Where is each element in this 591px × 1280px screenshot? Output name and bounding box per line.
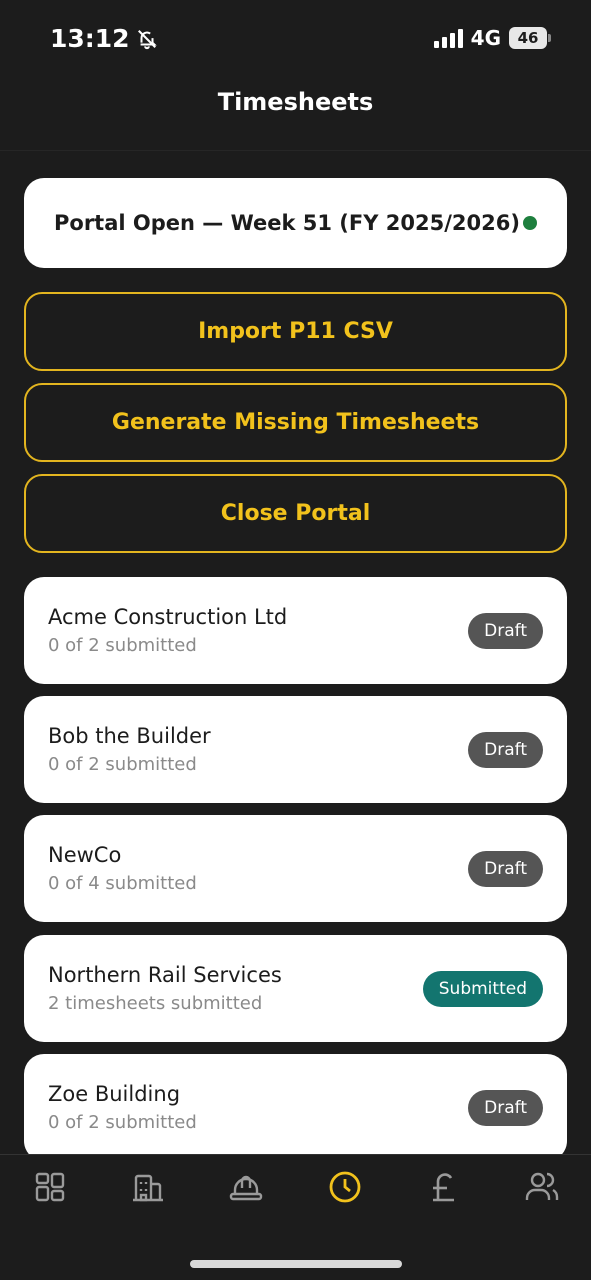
close-portal-button[interactable]: Close Portal: [24, 474, 567, 553]
tab-payments[interactable]: [424, 1167, 464, 1207]
company-name: Acme Construction Ltd: [48, 605, 288, 629]
import-p11-csv-button[interactable]: Import P11 CSV: [24, 292, 567, 371]
network-label: 4G: [470, 26, 501, 50]
building-icon: [133, 1174, 163, 1202]
company-info: Bob the Builder 0 of 2 submitted: [48, 724, 211, 775]
tab-dashboard[interactable]: [30, 1167, 70, 1207]
hard-hat-icon: [229, 1175, 263, 1201]
status-badge: Draft: [468, 731, 543, 768]
status-indicators: 4G 46: [433, 26, 551, 50]
list-item[interactable]: NewCo 0 of 4 submitted Draft: [24, 815, 567, 922]
list-item[interactable]: Bob the Builder 0 of 2 submitted Draft: [24, 696, 567, 803]
company-info: NewCo 0 of 4 submitted: [48, 843, 197, 894]
clock-icon: [329, 1171, 361, 1203]
signal-icon: [433, 28, 463, 48]
company-subtitle: 2 timesheets submitted: [48, 993, 263, 1014]
tab-timesheets[interactable]: [325, 1167, 365, 1207]
portal-status-card: Portal Open — Week 51 (FY 2025/2026): [24, 178, 567, 268]
page-title: Timesheets: [217, 88, 374, 116]
company-name: Bob the Builder: [48, 724, 211, 748]
battery-icon: 46: [509, 27, 551, 49]
users-icon: [525, 1172, 559, 1200]
battery-level: 46: [509, 27, 547, 49]
tab-companies[interactable]: [128, 1167, 168, 1207]
status-time: 13:12: [50, 24, 130, 53]
company-info: Zoe Building 0 of 2 submitted: [48, 1082, 197, 1133]
status-badge: Draft: [468, 850, 543, 887]
company-subtitle: 0 of 4 submitted: [48, 873, 197, 894]
portal-status-dot: [523, 216, 537, 230]
company-list: Acme Construction Ltd 0 of 2 submitted D…: [24, 577, 567, 1154]
header-divider: [0, 150, 591, 151]
company-name: NewCo: [48, 843, 122, 867]
list-item[interactable]: Northern Rail Services 2 timesheets subm…: [24, 935, 567, 1042]
status-time-group: 13:12: [50, 24, 158, 53]
company-subtitle: 0 of 2 submitted: [48, 754, 197, 775]
tab-workers[interactable]: [226, 1167, 266, 1207]
home-indicator: [190, 1260, 402, 1268]
portal-status-text: Portal Open — Week 51 (FY 2025/2026): [54, 211, 520, 235]
company-subtitle: 0 of 2 submitted: [48, 1112, 197, 1133]
company-subtitle: 0 of 2 submitted: [48, 635, 197, 656]
company-name: Northern Rail Services: [48, 963, 282, 987]
company-info: Acme Construction Ltd 0 of 2 submitted: [48, 605, 287, 656]
status-badge: Submitted: [422, 970, 543, 1007]
pound-icon: [433, 1173, 454, 1202]
list-item[interactable]: Zoe Building 0 of 2 submitted Draft: [24, 1054, 567, 1154]
list-item[interactable]: Acme Construction Ltd 0 of 2 submitted D…: [24, 577, 567, 684]
company-name: Zoe Building: [48, 1082, 181, 1106]
company-info: Northern Rail Services 2 timesheets subm…: [48, 963, 282, 1014]
generate-missing-timesheets-button[interactable]: Generate Missing Timesheets: [24, 383, 567, 462]
status-badge: Draft: [468, 612, 543, 649]
status-bar: 13:12 4G 46: [0, 0, 591, 80]
status-badge: Draft: [468, 1089, 543, 1126]
tab-users[interactable]: [522, 1167, 562, 1207]
bell-off-icon: [137, 29, 157, 49]
dashboard-icon: [35, 1172, 65, 1202]
